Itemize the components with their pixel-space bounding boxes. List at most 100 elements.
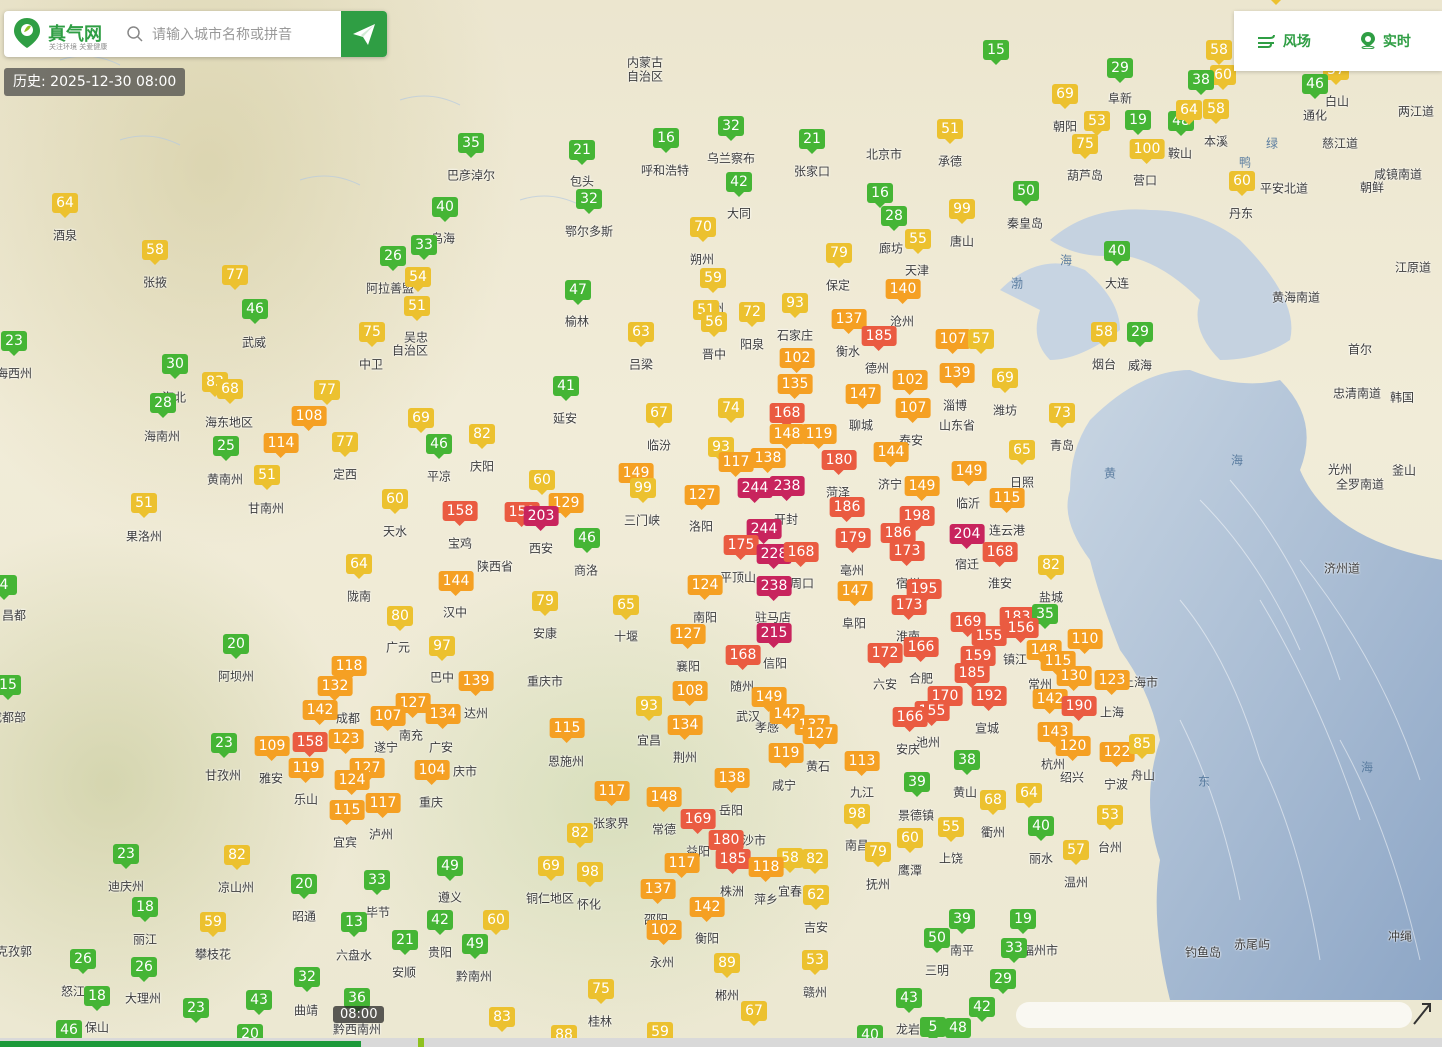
aqi-station-marker[interactable]: 82 [802,849,828,874]
aqi-station-marker[interactable]: 60 [483,910,509,935]
aqi-station-marker[interactable]: 172 [867,643,903,668]
aqi-station-marker[interactable]: 192 [971,686,1007,711]
aqi-station-marker[interactable]: 69 [538,856,564,881]
aqi-station-marker[interactable]: 64 [52,193,78,218]
aqi-station-marker[interactable]: 68 [980,790,1006,815]
aqi-station-marker[interactable]: 65 [613,595,639,620]
aqi-station-marker[interactable]: 48 [945,1018,971,1043]
aqi-station-marker[interactable]: 77 [314,380,340,405]
aqi-station-marker[interactable]: 168 [769,403,805,428]
aqi-station-marker[interactable]: 124 [687,575,723,600]
aqi-station-marker[interactable]: 120 [1055,736,1091,761]
aqi-station-marker[interactable]: 18 [84,986,110,1011]
aqi-station-marker[interactable]: 238 [769,476,805,501]
aqi-station-marker[interactable]: 57 [968,329,994,354]
aqi-station-marker[interactable]: 50 [924,928,950,953]
aqi-station-marker[interactable]: 215 [756,623,792,648]
aqi-station-marker[interactable]: 185 [861,326,897,351]
aqi-station-marker[interactable]: 166 [892,707,928,732]
aqi-station-marker[interactable]: 75 [1072,134,1098,159]
aqi-station-marker[interactable]: 54 [405,267,431,292]
aqi-station-marker[interactable]: 158 [292,732,328,757]
aqi-station-marker[interactable]: 58 [1206,40,1232,65]
aqi-station-marker[interactable]: 124 [334,770,370,795]
aqi-station-marker[interactable]: 169 [680,809,716,834]
aqi-station-marker[interactable]: 21 [569,140,595,165]
aqi-station-marker[interactable]: 53 [1084,111,1110,136]
aqi-station-marker[interactable]: 46 [574,528,600,553]
aqi-station-marker[interactable]: 39 [949,909,975,934]
aqi-station-marker[interactable]: 102 [892,370,928,395]
aqi-station-marker[interactable]: 117 [664,853,700,878]
aqi-station-marker[interactable]: 69 [1052,84,1078,109]
aqi-station-marker[interactable]: 67 [741,1001,767,1026]
aqi-station-marker[interactable]: 79 [865,842,891,867]
aqi-station-marker[interactable]: 244 [737,478,773,503]
aqi-station-marker[interactable]: 55 [938,817,964,842]
aqi-station-marker[interactable]: 173 [891,595,927,620]
aqi-station-marker[interactable]: 21 [799,129,825,154]
aqi-station-marker[interactable]: 18 [132,897,158,922]
aqi-station-marker[interactable]: 43 [246,990,272,1015]
aqi-station-marker[interactable]: 46 [1302,74,1328,99]
aqi-station-marker[interactable]: 38 [1188,70,1214,95]
aqi-station-marker[interactable]: 119 [801,424,837,449]
aqi-station-marker[interactable]: 108 [672,681,708,706]
search-button[interactable] [341,11,387,57]
aqi-station-marker[interactable]: 40 [1104,241,1130,266]
aqi-station-marker[interactable]: 58 [1091,322,1117,347]
aqi-station-marker[interactable]: 4 [0,575,17,600]
aqi-station-marker[interactable]: 180 [708,830,744,855]
wind-field-button[interactable]: 风场 [1256,31,1311,51]
aqi-station-marker[interactable]: 139 [939,363,975,388]
aqi-station-marker[interactable]: 156 [1003,618,1039,643]
aqi-station-marker[interactable]: 115 [549,718,585,743]
aqi-station-marker[interactable]: 127 [802,724,838,749]
aqi-station-marker[interactable]: 82 [567,823,593,848]
aqi-station-marker[interactable]: 42 [726,172,752,197]
aqi-station-marker[interactable]: 75 [359,322,385,347]
aqi-station-marker[interactable]: 204 [949,524,985,549]
playback-controls[interactable] [1016,1002,1412,1028]
aqi-station-marker[interactable]: 46 [56,1020,82,1045]
aqi-station-marker[interactable]: 127 [670,624,706,649]
aqi-station-marker[interactable]: 135 [777,374,813,399]
aqi-station-marker[interactable]: 60 [382,489,408,514]
aqi-station-marker[interactable]: 119 [768,743,804,768]
aqi-station-marker[interactable]: 89 [714,953,740,978]
aqi-station-marker[interactable]: 108 [291,406,327,431]
aqi-station-marker[interactable]: 29 [990,969,1016,994]
aqi-station-marker[interactable]: 64 [1016,783,1042,808]
aqi-station-marker[interactable]: 149 [904,476,940,501]
aqi-station-marker[interactable]: 117 [718,452,754,477]
aqi-station-marker[interactable]: 42 [969,997,995,1022]
aqi-station-marker[interactable]: 140 [885,279,921,304]
aqi-station-marker[interactable]: 134 [667,715,703,740]
aqi-station-marker[interactable]: 15 [983,40,1009,65]
aqi-station-marker[interactable]: 67 [646,403,672,428]
aqi-station-marker[interactable]: 51 [254,465,280,490]
aqi-station-marker[interactable]: 127 [684,485,720,510]
aqi-station-marker[interactable]: 142 [302,700,338,725]
aqi-station-marker[interactable]: 102 [646,920,682,945]
aqi-station-marker[interactable]: 29 [1127,322,1153,347]
aqi-station-marker[interactable]: 180 [821,450,857,475]
aqi-station-marker[interactable]: 33 [411,235,437,260]
aqi-station-marker[interactable]: 13 [341,912,367,937]
aqi-station-marker[interactable]: 190 [1061,696,1097,721]
aqi-station-marker[interactable]: 77 [332,432,358,457]
aqi-station-marker[interactable]: 60 [897,828,923,853]
aqi-station-marker[interactable]: 82 [469,424,495,449]
aqi-station-marker[interactable]: 40 [432,197,458,222]
aqi-station-marker[interactable]: 123 [1094,670,1130,695]
aqi-station-marker[interactable]: 238 [756,576,792,601]
aqi-station-marker[interactable]: 5 [920,1017,946,1042]
aqi-station-marker[interactable]: 166 [903,637,939,662]
aqi-station-marker[interactable]: 186 [829,497,865,522]
aqi-station-marker[interactable]: 144 [873,442,909,467]
aqi-station-marker[interactable]: 138 [714,768,750,793]
aqi-station-marker[interactable]: 60 [1229,171,1255,196]
aqi-station-marker[interactable]: 51 [404,296,430,321]
aqi-station-marker[interactable]: 134 [425,704,461,729]
aqi-station-marker[interactable]: 110 [1067,629,1103,654]
